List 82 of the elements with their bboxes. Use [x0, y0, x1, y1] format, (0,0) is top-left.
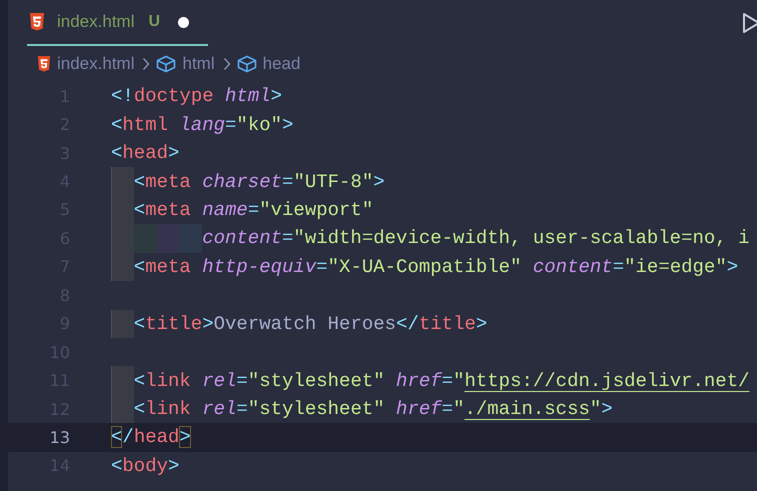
chevron-icon [142, 57, 150, 71]
code-punctuation: = [282, 227, 294, 250]
code-string: "width=device-width, user-scalable=no, i [293, 227, 750, 250]
line-number: 13 [48, 426, 71, 449]
code-string: "UTF-8" [293, 170, 374, 193]
code-punctuation: < [134, 370, 146, 392]
code-attribute: content [202, 227, 282, 250]
code-punctuation: </ [396, 312, 419, 335]
code-punctuation: = [236, 370, 248, 392]
code-string: " [453, 398, 464, 420]
code-attribute: html [225, 85, 271, 108]
tab-filename: index.html [57, 12, 134, 32]
code-punctuation: > [202, 312, 214, 335]
code-tag-name: title [145, 312, 202, 335]
html5-icon [29, 13, 45, 31]
code-string: " [453, 370, 464, 392]
code-punctuation: <! [111, 85, 134, 108]
code-punctuation: < [134, 398, 146, 420]
code-tag-name: link [145, 398, 191, 420]
code-string: "stylesheet" [248, 370, 385, 392]
matched-bracket: > [179, 426, 191, 448]
code-punctuation: < [111, 142, 122, 164]
code-string: "X-UA-Compatible" [328, 256, 522, 278]
breadcrumb-item[interactable]: head [262, 54, 300, 74]
code-punctuation: > [282, 114, 294, 136]
code-tag-name: meta [145, 198, 191, 221]
code-punctuation: > [476, 312, 488, 335]
code-punctuation: > [168, 142, 180, 164]
code-punctuation: < [111, 454, 122, 477]
code-text: Overwatch Heroes [214, 312, 396, 335]
code-punctuation: = [225, 114, 236, 136]
code-string: "stylesheet" [248, 398, 385, 420]
cube-icon [236, 55, 257, 73]
code-attribute: rel [202, 370, 236, 392]
play-icon[interactable] [742, 12, 757, 34]
code-string: " [590, 398, 602, 420]
code-punctuation: = [316, 256, 328, 278]
unsaved-dot-icon[interactable] [178, 16, 190, 28]
code-punctuation: = [442, 398, 454, 420]
code-attribute: rel [202, 398, 236, 420]
code-string: "viewport" [259, 198, 374, 221]
editor-tab[interactable]: index.html U [27, 0, 208, 46]
code-string: "ko" [236, 114, 282, 136]
code-attribute: content [532, 256, 613, 278]
code-punctuation: < [111, 114, 122, 136]
code-punctuation: = [282, 170, 294, 193]
code-attribute: href [396, 398, 442, 420]
breadcrumb-item[interactable]: index.html [57, 54, 134, 74]
cube-icon [156, 55, 176, 73]
code-punctuation: > [373, 170, 385, 193]
code-attribute: href [396, 370, 442, 392]
code-punctuation: < [134, 256, 146, 278]
code-tag-name: html [122, 114, 168, 136]
code-tag-name: head [122, 142, 168, 164]
code-punctuation: / [122, 426, 134, 448]
code-punctuation: > [726, 256, 738, 278]
code-attribute: http-equiv [202, 256, 316, 278]
code-punctuation: = [612, 256, 624, 278]
code-punctuation: > [270, 85, 282, 108]
code-punctuation: < [134, 170, 146, 193]
code-tag-name: meta [145, 170, 191, 193]
code-punctuation: = [442, 370, 454, 392]
code-tag-name: title [418, 312, 476, 335]
code-punctuation: = [248, 198, 260, 221]
code-punctuation: > [168, 454, 180, 477]
code-attribute: lang [179, 114, 226, 136]
git-status-label: U [148, 13, 160, 31]
code-tag-name: meta [145, 256, 191, 278]
chevron-icon [222, 57, 231, 71]
html5-icon [37, 56, 51, 72]
code-tag-name: link [145, 370, 191, 392]
code-punctuation: > [601, 398, 613, 420]
code-attribute: charset [202, 170, 282, 193]
code-punctuation: = [236, 398, 248, 420]
code-attribute: name [202, 198, 248, 221]
code-tag-name: head [134, 426, 180, 448]
code-tag-name: body [122, 454, 168, 477]
code-string: "ie=edge" [624, 256, 727, 278]
code-punctuation: < [134, 198, 146, 221]
breadcrumb-item[interactable]: html [182, 54, 215, 74]
code-tag-name: doctype [134, 85, 214, 108]
code-punctuation: < [134, 312, 146, 335]
